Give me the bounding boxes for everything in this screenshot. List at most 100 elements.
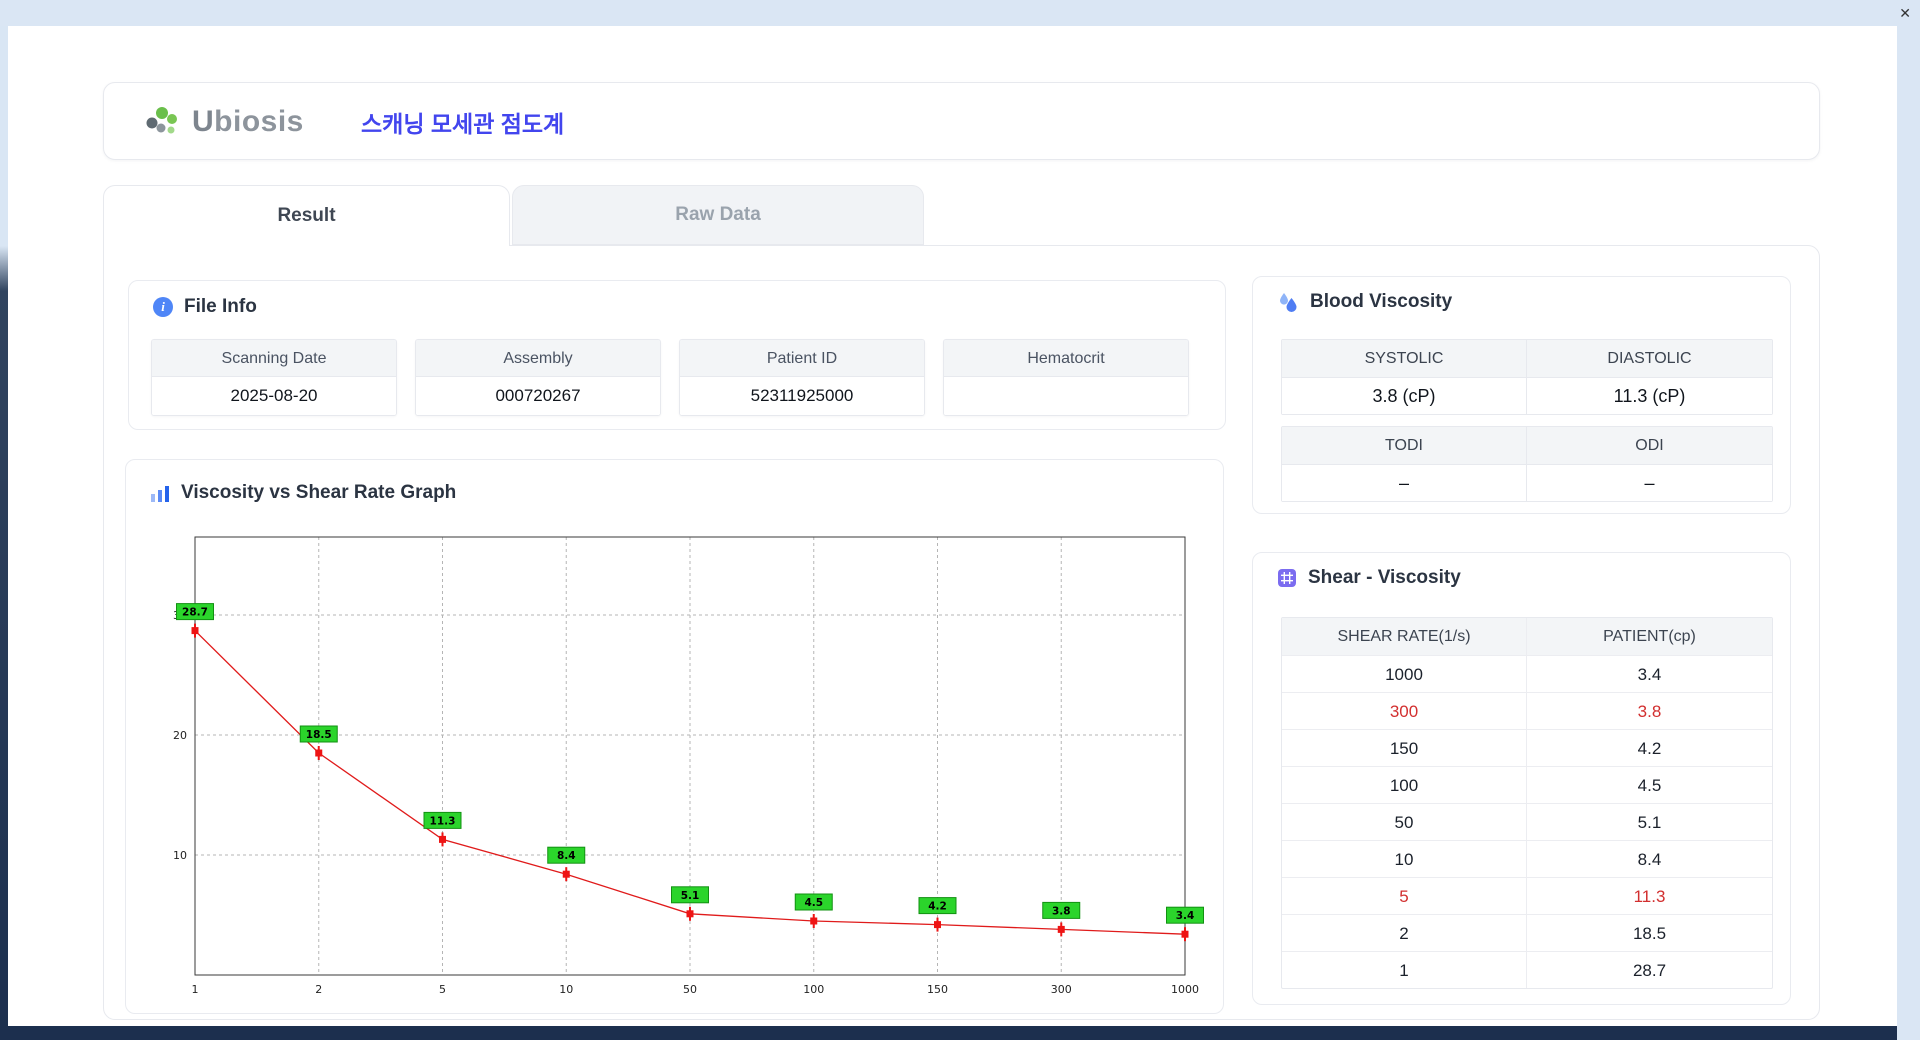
shear-viscosity-card: Shear - Viscosity SHEAR RATE(1/s) PATIEN…	[1252, 552, 1791, 1005]
tab-raw-data-label: Raw Data	[675, 204, 761, 225]
svg-text:100: 100	[803, 983, 824, 993]
shear-rate-cell: 5	[1282, 877, 1527, 914]
file-info-card: File Info Scanning Date 2025-08-20 Assem…	[128, 280, 1226, 430]
tab-raw-data[interactable]: Raw Data	[512, 185, 924, 245]
shear-rate-cell: 150	[1282, 729, 1527, 766]
app-window: Ubiosis 스캐닝 모세관 점도계 Result Raw Data File…	[8, 26, 1897, 1026]
shear-table-row: 300 3.8	[1282, 692, 1772, 729]
field-value: 52311925000	[680, 377, 924, 415]
shear-viscosity-title: Shear - Viscosity	[1308, 567, 1461, 588]
droplet-icon	[1280, 293, 1297, 312]
blood-viscosity-title: Blood Viscosity	[1310, 291, 1453, 312]
shear-viscosity-table: SHEAR RATE(1/s) PATIENT(cp) 1000 3.4 300 3.…	[1281, 617, 1773, 989]
odi-value: –	[1527, 464, 1772, 501]
svg-text:1000: 1000	[1171, 983, 1199, 993]
shear-rate-cell: 2	[1282, 914, 1527, 951]
field-label: Assembly	[416, 340, 660, 377]
systolic-value: 3.8 (cP)	[1282, 377, 1527, 414]
field-hematocrit: Hematocrit	[943, 339, 1189, 416]
field-label: Scanning Date	[152, 340, 396, 377]
shear-table-row: 50 5.1	[1282, 803, 1772, 840]
patient-cp-cell: 4.5	[1527, 766, 1772, 803]
field-value: 000720267	[416, 377, 660, 415]
todi-odi-block: TODI ODI – –	[1281, 426, 1773, 502]
brand-logo: Ubiosis	[142, 83, 304, 161]
svg-text:18.5: 18.5	[306, 729, 332, 741]
svg-text:4.5: 4.5	[804, 897, 823, 909]
shear-rate-cell: 300	[1282, 692, 1527, 729]
ubiosis-logo-icon	[146, 107, 177, 134]
svg-text:28.7: 28.7	[182, 607, 208, 619]
diastolic-label: DIASTOLIC	[1527, 340, 1772, 377]
shear-table-row: 1000 3.4	[1282, 655, 1772, 692]
file-info-title: File Info	[184, 296, 257, 317]
shear-table-row: 1 28.7	[1282, 951, 1772, 988]
patient-cp-cell: 3.8	[1527, 692, 1772, 729]
app-header: Ubiosis 스캐닝 모세관 점도계	[103, 82, 1820, 160]
shear-table-row: 10 8.4	[1282, 840, 1772, 877]
close-icon[interactable]: ✕	[1899, 3, 1911, 23]
diastolic-value: 11.3 (cP)	[1527, 377, 1772, 414]
shear-table-body: 1000 3.4 300 3.8 150 4.2 100 4.5 50 5.1 10 8.4 5 11.3…	[1282, 655, 1772, 988]
field-value	[944, 377, 1188, 415]
desktop-edge-right	[1897, 26, 1920, 1040]
field-assembly: Assembly 000720267	[415, 339, 661, 416]
col-shear-rate: SHEAR RATE(1/s)	[1282, 618, 1527, 655]
shear-rate-cell: 10	[1282, 840, 1527, 877]
info-icon	[153, 297, 173, 317]
odi-label: ODI	[1527, 427, 1772, 464]
svg-text:10: 10	[559, 983, 573, 993]
systolic-diastolic-block: SYSTOLIC DIASTOLIC 3.8 (cP) 11.3 (cP)	[1281, 339, 1773, 415]
field-label: Hematocrit	[944, 340, 1188, 377]
shear-rate-cell: 100	[1282, 766, 1527, 803]
svg-text:300: 300	[1051, 983, 1072, 993]
page-title: 스캐닝 모세관 점도계	[361, 111, 565, 137]
systolic-label: SYSTOLIC	[1282, 340, 1527, 377]
field-patient-id: Patient ID 52311925000	[679, 339, 925, 416]
shear-table-row: 2 18.5	[1282, 914, 1772, 951]
tab-result-label: Result	[277, 205, 336, 226]
svg-text:8.4: 8.4	[557, 850, 576, 862]
desktop-edge-left	[0, 26, 8, 1040]
svg-text:150: 150	[927, 983, 948, 993]
svg-text:11.3: 11.3	[430, 815, 456, 827]
field-value: 2025-08-20	[152, 377, 396, 415]
svg-text:20: 20	[173, 729, 187, 742]
shear-table-row: 5 11.3	[1282, 877, 1772, 914]
patient-cp-cell: 18.5	[1527, 914, 1772, 951]
svg-text:3.4: 3.4	[1176, 910, 1195, 922]
svg-text:50: 50	[683, 983, 697, 993]
svg-text:4.2: 4.2	[928, 901, 947, 913]
brand-text: Ubiosis	[192, 105, 304, 139]
svg-text:10: 10	[173, 849, 187, 862]
patient-cp-cell: 5.1	[1527, 803, 1772, 840]
brand-text-u: U	[192, 105, 215, 138]
brand-text-rest: biosis	[214, 105, 304, 138]
patient-cp-cell: 3.4	[1527, 655, 1772, 692]
field-label: Patient ID	[680, 340, 924, 377]
file-info-fields: Scanning Date 2025-08-20 Assembly 000720…	[151, 339, 1189, 416]
patient-cp-cell: 8.4	[1527, 840, 1772, 877]
blood-viscosity-table: SYSTOLIC DIASTOLIC 3.8 (cP) 11.3 (cP) TO…	[1281, 339, 1773, 502]
todi-label: TODI	[1282, 427, 1527, 464]
svg-text:2: 2	[315, 983, 322, 993]
shear-rate-cell: 1	[1282, 951, 1527, 988]
svg-text:5: 5	[439, 983, 446, 993]
shear-viscosity-header: Shear - Viscosity	[1277, 567, 1461, 589]
shear-rate-cell: 1000	[1282, 655, 1527, 692]
patient-cp-cell: 11.3	[1527, 877, 1772, 914]
patient-cp-cell: 28.7	[1527, 951, 1772, 988]
file-info-header: File Info	[153, 296, 257, 318]
shear-table-header: SHEAR RATE(1/s) PATIENT(cp)	[1282, 618, 1772, 655]
table-grid-icon	[1278, 569, 1296, 587]
patient-cp-cell: 4.2	[1527, 729, 1772, 766]
tab-result[interactable]: Result	[103, 185, 510, 246]
blood-viscosity-header: Blood Viscosity	[1277, 291, 1452, 313]
blood-viscosity-card: Blood Viscosity SYSTOLIC DIASTOLIC 3.8 (…	[1252, 276, 1791, 514]
col-patient: PATIENT(cp)	[1603, 628, 1696, 645]
svg-text:3.8: 3.8	[1052, 905, 1071, 917]
viscosity-chart: 1020301251050100150300100028.718.511.38.…	[173, 536, 1204, 993]
svg-text:5.1: 5.1	[681, 890, 700, 902]
shear-rate-cell: 50	[1282, 803, 1527, 840]
todi-value: –	[1282, 464, 1527, 501]
